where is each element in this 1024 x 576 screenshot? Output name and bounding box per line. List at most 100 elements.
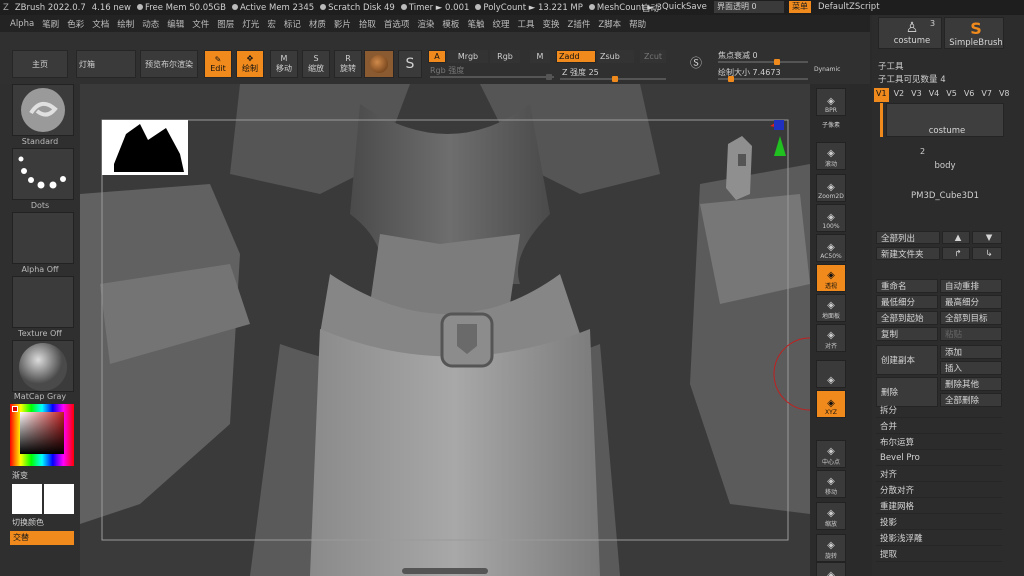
material-swatch-button[interactable] (364, 50, 394, 78)
scale-button[interactable]: S 缩放 (302, 50, 330, 78)
menu-item[interactable]: 文档 (92, 18, 109, 30)
subtool-item-cube[interactable]: PM3D_Cube3D1 (886, 171, 1004, 201)
menu-item[interactable]: 编辑 (167, 18, 184, 30)
subtool-item-costume[interactable]: costume (886, 103, 1004, 137)
redo-arrow-button[interactable]: ↱ (942, 247, 970, 260)
insert-button[interactable]: 插入 (940, 361, 1002, 375)
quicksave-button[interactable]: QuickSave (662, 2, 707, 12)
version-tab[interactable]: V4 (927, 88, 942, 102)
draw-button[interactable]: ✥ 绘制 (236, 50, 264, 78)
strip-button[interactable]: ◈ AC50% (816, 234, 846, 262)
zsub-button[interactable]: Zsub (598, 50, 634, 63)
down-return-button[interactable]: ↳ (972, 247, 1002, 260)
menu-item[interactable]: 帮助 (629, 18, 646, 30)
menu-item[interactable]: 变换 (542, 18, 559, 30)
rename-button[interactable]: 重命名 (876, 279, 938, 293)
strip-button[interactable]: ◈ 滚动 (816, 142, 846, 170)
strip-button[interactable]: ◈ 透视 (816, 264, 846, 292)
menu-item[interactable]: 首选项 (384, 18, 410, 30)
subtool-action-row[interactable]: 分散对齐 (876, 483, 1002, 498)
version-tab[interactable]: V7 (979, 88, 994, 102)
strip-button[interactable]: ◈ BPR (816, 88, 846, 116)
alpha-thumbnail[interactable] (12, 212, 74, 264)
draw-size-slider[interactable] (718, 76, 808, 82)
menu-item[interactable]: 绘制 (117, 18, 134, 30)
subtool-action-row[interactable]: Bevel Pro (876, 451, 1002, 466)
rgb-strength-slider[interactable] (430, 74, 554, 80)
secondary-color-swatch[interactable] (44, 484, 74, 514)
menu-item[interactable]: 材质 (309, 18, 326, 30)
menu-item[interactable]: 影片 (334, 18, 351, 30)
subtool-action-row[interactable]: 布尔运算 (876, 435, 1002, 450)
menu-item[interactable]: 动态 (142, 18, 159, 30)
lowest-subdiv-button[interactable]: 最低细分 (876, 295, 938, 309)
version-tab[interactable]: V6 (962, 88, 977, 102)
menu-item[interactable]: 图层 (217, 18, 234, 30)
strip-button[interactable]: ◈ (816, 360, 846, 388)
menu-item[interactable]: 色彩 (67, 18, 84, 30)
transparency-slider[interactable]: 界面透明 0 (714, 1, 784, 13)
menu-item[interactable]: 标记 (284, 18, 301, 30)
auto-button[interactable]: 自动 (642, 2, 659, 14)
canvas-viewport[interactable] (80, 84, 810, 576)
auto-reorder-button[interactable]: 自动重排 (940, 279, 1002, 293)
menu-item[interactable]: 文件 (192, 18, 209, 30)
copy-button[interactable]: 复制 (876, 327, 938, 341)
paste-button[interactable]: 粘贴 (940, 327, 1002, 341)
material-thumbnail[interactable] (12, 340, 74, 392)
subtool-scrollbar[interactable] (880, 103, 883, 137)
menu-item[interactable]: 工具 (517, 18, 534, 30)
color-square[interactable] (20, 412, 64, 454)
menu-item[interactable]: 拾取 (359, 18, 376, 30)
color-picker[interactable] (10, 404, 74, 466)
strip-button[interactable]: ◈ 中心点 (816, 440, 846, 468)
strip-button[interactable]: ◈ 100% (816, 204, 846, 232)
add-button[interactable]: 添加 (940, 345, 1002, 359)
strip-button[interactable] (816, 408, 846, 420)
subtool-item-body[interactable]: body (886, 139, 1004, 171)
stroke-swatch-button[interactable]: S (398, 50, 422, 78)
version-tab[interactable]: V5 (944, 88, 959, 102)
edit-button[interactable]: ✎ Edit (204, 50, 232, 78)
up-arrow-button[interactable]: ▲ (942, 231, 970, 244)
subtool-action-row[interactable]: 重建网格 (876, 499, 1002, 514)
preview-boolean-button[interactable]: 预览布尔渲染 (140, 50, 198, 78)
dynamic-label[interactable]: Dynamic (814, 66, 840, 73)
version-tab[interactable]: V8 (997, 88, 1012, 102)
lightbox-button[interactable]: 灯箱 (76, 50, 136, 78)
zcut-button[interactable]: Zcut (640, 50, 666, 63)
menu-item[interactable]: 渲染 (417, 18, 434, 30)
menu-item[interactable]: Z插件 (568, 18, 591, 30)
zadd-button[interactable]: Zadd (556, 50, 596, 63)
delete-other-button[interactable]: 删除其他 (940, 377, 1002, 391)
default-zscript[interactable]: DefaultZScript (818, 2, 880, 12)
strip-button[interactable]: ◈ 旋转 (816, 534, 846, 562)
strip-button[interactable]: 子像素 (816, 118, 846, 130)
menu-item[interactable]: 笔触 (467, 18, 484, 30)
menu-item[interactable]: 灯光 (242, 18, 259, 30)
menu-item[interactable]: Z脚本 (598, 18, 621, 30)
m-button[interactable]: M (530, 50, 550, 63)
highest-subdiv-button[interactable]: 最高细分 (940, 295, 1002, 309)
version-tab[interactable]: V3 (909, 88, 924, 102)
list-all-button[interactable]: 全部列出 (876, 231, 940, 244)
version-tab[interactable]: V1 (874, 88, 889, 102)
strip-button[interactable]: ◈ Zoom2D (816, 174, 846, 202)
subtool-action-row[interactable]: 投影 (876, 515, 1002, 530)
subtool-action-row[interactable]: 投影浅浮雕 (876, 531, 1002, 546)
mrgb-button[interactable]: Mrgb (448, 50, 488, 63)
strip-button[interactable]: ◈ 地面板 (816, 294, 846, 322)
subtool-action-row[interactable]: 提取 (876, 547, 1002, 562)
subtool-action-row[interactable]: 对齐 (876, 467, 1002, 482)
alternate-button[interactable]: 交替 (10, 531, 74, 545)
menu-button[interactable]: 菜单 (789, 1, 811, 13)
menu-item[interactable]: 笔刷 (42, 18, 59, 30)
subtool-action-row[interactable]: 拆分 (876, 403, 1002, 418)
strip-button[interactable]: ◈ 移动 (816, 470, 846, 498)
menu-item[interactable]: 纹理 (492, 18, 509, 30)
move-button[interactable]: M 移动 (270, 50, 298, 78)
create-copy-button[interactable]: 创建副本 (876, 345, 938, 375)
a-button[interactable]: A (428, 50, 446, 63)
menu-item[interactable]: 模板 (442, 18, 459, 30)
simplebrush-button[interactable]: S SimpleBrush (944, 17, 1004, 49)
